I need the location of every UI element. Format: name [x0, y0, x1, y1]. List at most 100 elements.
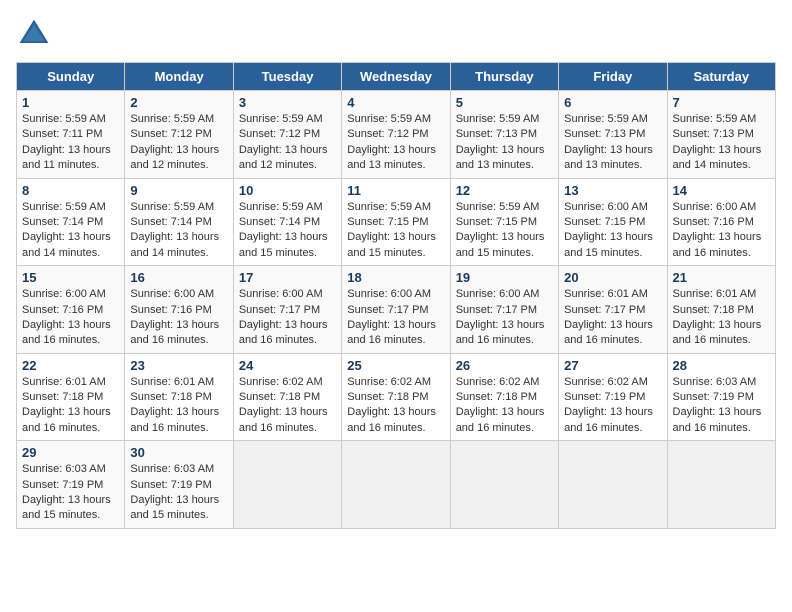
day-number: 12 — [456, 183, 553, 198]
header-cell-tuesday: Tuesday — [233, 63, 341, 91]
day-info: Sunrise: 6:01 AMSunset: 7:18 PMDaylight:… — [130, 375, 227, 437]
day-number: 30 — [130, 445, 227, 460]
day-info: Sunrise: 6:02 AMSunset: 7:19 PMDaylight:… — [564, 375, 661, 437]
day-cell — [559, 441, 667, 529]
day-info: Sunrise: 5:59 AMSunset: 7:13 PMDaylight:… — [673, 112, 770, 174]
day-cell: 7 Sunrise: 5:59 AMSunset: 7:13 PMDayligh… — [667, 91, 775, 179]
day-info: Sunrise: 6:00 AMSunset: 7:15 PMDaylight:… — [564, 200, 661, 262]
day-number: 10 — [239, 183, 336, 198]
day-number: 4 — [347, 95, 444, 110]
day-info: Sunrise: 6:00 AMSunset: 7:16 PMDaylight:… — [130, 287, 227, 349]
day-info: Sunrise: 5:59 AMSunset: 7:15 PMDaylight:… — [347, 200, 444, 262]
day-info: Sunrise: 5:59 AMSunset: 7:15 PMDaylight:… — [456, 200, 553, 262]
day-info: Sunrise: 6:01 AMSunset: 7:18 PMDaylight:… — [673, 287, 770, 349]
day-cell: 14 Sunrise: 6:00 AMSunset: 7:16 PMDaylig… — [667, 178, 775, 266]
day-number: 27 — [564, 358, 661, 373]
day-info: Sunrise: 5:59 AMSunset: 7:14 PMDaylight:… — [239, 200, 336, 262]
day-number: 19 — [456, 270, 553, 285]
day-info: Sunrise: 5:59 AMSunset: 7:12 PMDaylight:… — [130, 112, 227, 174]
header-cell-sunday: Sunday — [17, 63, 125, 91]
day-number: 26 — [456, 358, 553, 373]
day-number: 22 — [22, 358, 119, 373]
day-cell: 23 Sunrise: 6:01 AMSunset: 7:18 PMDaylig… — [125, 353, 233, 441]
day-cell — [342, 441, 450, 529]
day-info: Sunrise: 6:00 AMSunset: 7:17 PMDaylight:… — [456, 287, 553, 349]
day-cell: 21 Sunrise: 6:01 AMSunset: 7:18 PMDaylig… — [667, 266, 775, 354]
day-cell: 24 Sunrise: 6:02 AMSunset: 7:18 PMDaylig… — [233, 353, 341, 441]
day-number: 6 — [564, 95, 661, 110]
day-info: Sunrise: 6:03 AMSunset: 7:19 PMDaylight:… — [22, 462, 119, 524]
day-cell: 1 Sunrise: 5:59 AMSunset: 7:11 PMDayligh… — [17, 91, 125, 179]
day-cell: 11 Sunrise: 5:59 AMSunset: 7:15 PMDaylig… — [342, 178, 450, 266]
day-cell: 27 Sunrise: 6:02 AMSunset: 7:19 PMDaylig… — [559, 353, 667, 441]
calendar-table: SundayMondayTuesdayWednesdayThursdayFrid… — [16, 62, 776, 529]
day-info: Sunrise: 5:59 AMSunset: 7:14 PMDaylight:… — [130, 200, 227, 262]
day-cell: 2 Sunrise: 5:59 AMSunset: 7:12 PMDayligh… — [125, 91, 233, 179]
day-cell: 12 Sunrise: 5:59 AMSunset: 7:15 PMDaylig… — [450, 178, 558, 266]
header-cell-monday: Monday — [125, 63, 233, 91]
day-cell: 6 Sunrise: 5:59 AMSunset: 7:13 PMDayligh… — [559, 91, 667, 179]
day-cell — [450, 441, 558, 529]
week-row-1: 1 Sunrise: 5:59 AMSunset: 7:11 PMDayligh… — [17, 91, 776, 179]
week-row-5: 29 Sunrise: 6:03 AMSunset: 7:19 PMDaylig… — [17, 441, 776, 529]
day-number: 2 — [130, 95, 227, 110]
day-cell: 19 Sunrise: 6:00 AMSunset: 7:17 PMDaylig… — [450, 266, 558, 354]
day-info: Sunrise: 5:59 AMSunset: 7:14 PMDaylight:… — [22, 200, 119, 262]
day-info: Sunrise: 6:02 AMSunset: 7:18 PMDaylight:… — [456, 375, 553, 437]
week-row-2: 8 Sunrise: 5:59 AMSunset: 7:14 PMDayligh… — [17, 178, 776, 266]
day-cell: 10 Sunrise: 5:59 AMSunset: 7:14 PMDaylig… — [233, 178, 341, 266]
day-cell: 25 Sunrise: 6:02 AMSunset: 7:18 PMDaylig… — [342, 353, 450, 441]
day-cell: 29 Sunrise: 6:03 AMSunset: 7:19 PMDaylig… — [17, 441, 125, 529]
day-number: 20 — [564, 270, 661, 285]
day-number: 3 — [239, 95, 336, 110]
day-number: 21 — [673, 270, 770, 285]
day-cell: 13 Sunrise: 6:00 AMSunset: 7:15 PMDaylig… — [559, 178, 667, 266]
logo — [16, 16, 56, 52]
day-info: Sunrise: 6:00 AMSunset: 7:16 PMDaylight:… — [22, 287, 119, 349]
day-number: 28 — [673, 358, 770, 373]
header-cell-thursday: Thursday — [450, 63, 558, 91]
day-number: 14 — [673, 183, 770, 198]
day-cell: 28 Sunrise: 6:03 AMSunset: 7:19 PMDaylig… — [667, 353, 775, 441]
day-cell: 22 Sunrise: 6:01 AMSunset: 7:18 PMDaylig… — [17, 353, 125, 441]
day-number: 15 — [22, 270, 119, 285]
day-number: 7 — [673, 95, 770, 110]
logo-icon — [16, 16, 52, 52]
week-row-4: 22 Sunrise: 6:01 AMSunset: 7:18 PMDaylig… — [17, 353, 776, 441]
day-number: 17 — [239, 270, 336, 285]
day-info: Sunrise: 5:59 AMSunset: 7:11 PMDaylight:… — [22, 112, 119, 174]
day-info: Sunrise: 6:02 AMSunset: 7:18 PMDaylight:… — [347, 375, 444, 437]
day-number: 18 — [347, 270, 444, 285]
day-info: Sunrise: 6:01 AMSunset: 7:18 PMDaylight:… — [22, 375, 119, 437]
day-info: Sunrise: 6:00 AMSunset: 7:17 PMDaylight:… — [347, 287, 444, 349]
day-number: 9 — [130, 183, 227, 198]
day-info: Sunrise: 5:59 AMSunset: 7:12 PMDaylight:… — [347, 112, 444, 174]
day-cell: 15 Sunrise: 6:00 AMSunset: 7:16 PMDaylig… — [17, 266, 125, 354]
day-number: 1 — [22, 95, 119, 110]
day-number: 13 — [564, 183, 661, 198]
day-info: Sunrise: 6:02 AMSunset: 7:18 PMDaylight:… — [239, 375, 336, 437]
day-number: 23 — [130, 358, 227, 373]
day-cell: 5 Sunrise: 5:59 AMSunset: 7:13 PMDayligh… — [450, 91, 558, 179]
day-number: 8 — [22, 183, 119, 198]
day-number: 25 — [347, 358, 444, 373]
day-cell — [233, 441, 341, 529]
day-info: Sunrise: 6:03 AMSunset: 7:19 PMDaylight:… — [673, 375, 770, 437]
header-row: SundayMondayTuesdayWednesdayThursdayFrid… — [17, 63, 776, 91]
header-cell-saturday: Saturday — [667, 63, 775, 91]
header-cell-friday: Friday — [559, 63, 667, 91]
day-cell: 8 Sunrise: 5:59 AMSunset: 7:14 PMDayligh… — [17, 178, 125, 266]
day-info: Sunrise: 6:00 AMSunset: 7:17 PMDaylight:… — [239, 287, 336, 349]
day-info: Sunrise: 6:03 AMSunset: 7:19 PMDaylight:… — [130, 462, 227, 524]
day-number: 16 — [130, 270, 227, 285]
day-cell: 16 Sunrise: 6:00 AMSunset: 7:16 PMDaylig… — [125, 266, 233, 354]
day-number: 29 — [22, 445, 119, 460]
day-cell: 20 Sunrise: 6:01 AMSunset: 7:17 PMDaylig… — [559, 266, 667, 354]
day-cell: 30 Sunrise: 6:03 AMSunset: 7:19 PMDaylig… — [125, 441, 233, 529]
day-cell: 9 Sunrise: 5:59 AMSunset: 7:14 PMDayligh… — [125, 178, 233, 266]
day-number: 11 — [347, 183, 444, 198]
day-cell: 18 Sunrise: 6:00 AMSunset: 7:17 PMDaylig… — [342, 266, 450, 354]
day-number: 5 — [456, 95, 553, 110]
day-info: Sunrise: 6:01 AMSunset: 7:17 PMDaylight:… — [564, 287, 661, 349]
day-info: Sunrise: 5:59 AMSunset: 7:13 PMDaylight:… — [564, 112, 661, 174]
